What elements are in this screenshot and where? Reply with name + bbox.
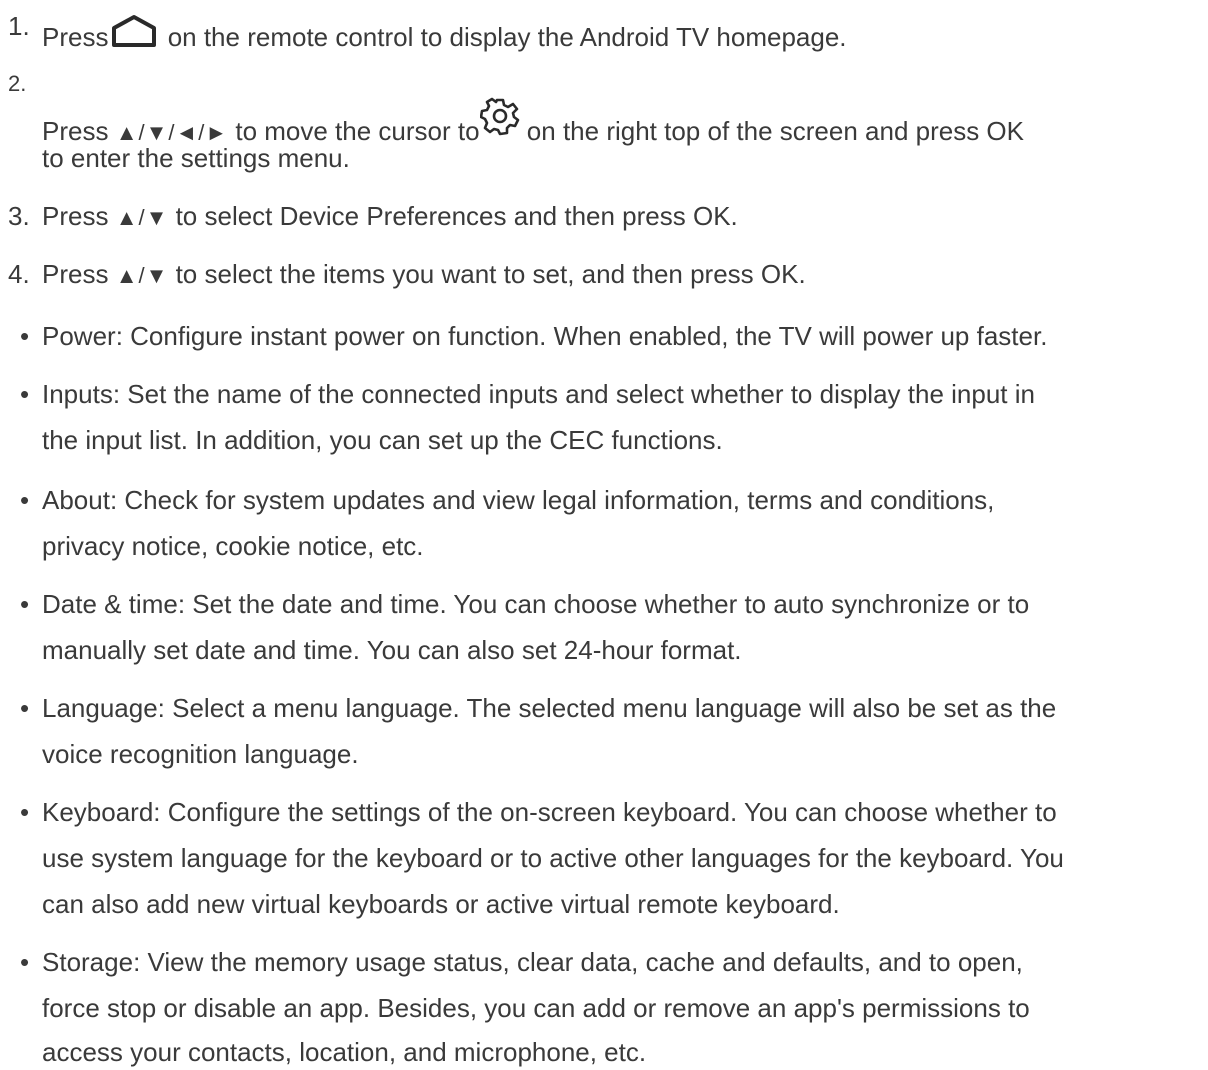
list-item-line: access your contacts, location, and micr… <box>42 1037 647 1067</box>
list-item-line: privacy notice, cookie notice, etc. <box>42 531 424 561</box>
home-icon <box>112 15 157 47</box>
list-item-line: voice recognition language. <box>42 739 359 769</box>
step-text-after: on the remote control to display the And… <box>160 22 847 52</box>
step-text-after: to select the items you want to set, and… <box>168 259 806 289</box>
bullet: • <box>20 485 30 515</box>
bullet: • <box>20 947 30 977</box>
list-item-line: Power: Configure instant power on functi… <box>42 321 1048 351</box>
step-text-after: to select Device Preferences and then pr… <box>168 201 738 231</box>
arrow-keys: ▲/▼ <box>115 205 169 230</box>
gear-icon <box>479 97 519 136</box>
bullet: • <box>20 589 30 619</box>
list-item-line: Storage: View the memory usage status, c… <box>42 947 1023 977</box>
list-item-line: can also add new virtual keyboards or ac… <box>42 889 840 919</box>
step-number: 2. <box>8 71 27 96</box>
list-item-line: Date & time: Set the date and time. You … <box>42 589 1030 619</box>
bullet: • <box>20 379 30 409</box>
step-text-before: Press <box>42 259 116 289</box>
list-item-line: Inputs: Set the name of the connected in… <box>42 379 1035 409</box>
bullet: • <box>20 797 30 827</box>
step-number: 1. <box>8 11 30 41</box>
bullet: • <box>20 693 30 723</box>
arrow-keys: ▲/▼ <box>115 263 169 288</box>
list-item-line: force stop or disable an app. Besides, y… <box>42 993 1030 1023</box>
step-text: Press on the remote control to display t… <box>42 14 847 53</box>
step-number: 3. <box>8 201 30 231</box>
step-text-after: on the right top of the screen and press… <box>519 116 1024 146</box>
step-text: Press ▲/▼ to select Device Preferences a… <box>42 200 738 234</box>
list-item-line: the input list. In addition, you can set… <box>42 425 723 455</box>
step-number: 4. <box>8 259 30 289</box>
bullet: • <box>20 321 30 351</box>
step-text-before: Press <box>42 201 116 231</box>
step-text: Press ▲/▼ to select the items you want t… <box>42 258 806 292</box>
list-item-line: About: Check for system updates and view… <box>42 485 995 515</box>
list-item-line: Keyboard: Configure the settings of the … <box>42 797 1057 827</box>
list-item-line: use system language for the keyboard or … <box>42 843 1064 873</box>
step-text-before: Press <box>42 22 109 52</box>
list-item-line: manually set date and time. You can also… <box>42 635 742 665</box>
list-item-line: Language: Select a menu language. The se… <box>42 693 1057 723</box>
step-continuation: to enter the settings menu. <box>42 143 350 173</box>
